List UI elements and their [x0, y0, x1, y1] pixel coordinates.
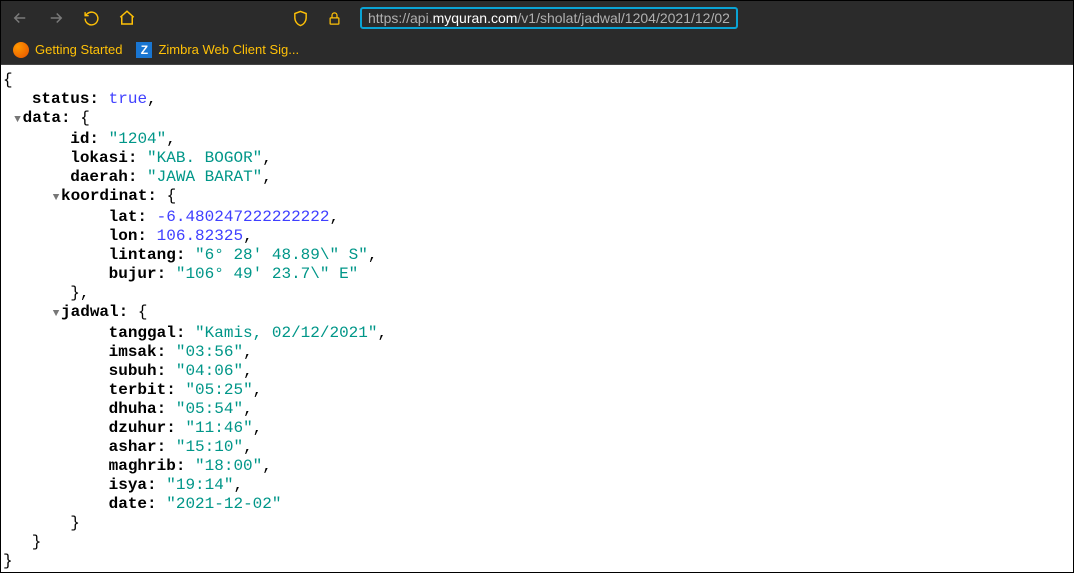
json-viewer: { status: true, ▼data: { id: "1204", lok… — [1, 65, 1073, 577]
json-key: lintang: — [109, 246, 186, 264]
bookmark-getting-started[interactable]: Getting Started — [9, 42, 126, 58]
json-key: tanggal: — [109, 324, 186, 342]
json-string: "03:56" — [176, 343, 243, 361]
json-string: "106° 49' 23.7\" E" — [176, 265, 358, 283]
json-number: 106.82325 — [157, 227, 243, 245]
json-key: daerah: — [70, 168, 137, 186]
json-string: "6° 28' 48.89\" S" — [195, 246, 368, 264]
json-string: "JAWA BARAT" — [147, 168, 262, 186]
json-key: ashar: — [109, 438, 167, 456]
json-string: "04:06" — [176, 362, 243, 380]
json-key: subuh: — [109, 362, 167, 380]
reload-icon[interactable] — [83, 10, 100, 27]
json-string: "05:54" — [176, 400, 243, 418]
collapse-icon[interactable]: ▼ — [51, 189, 61, 208]
zimbra-icon: Z — [136, 42, 152, 58]
json-key: dzuhur: — [109, 419, 176, 437]
json-key: data: — [23, 109, 71, 127]
json-string: "18:00" — [195, 457, 262, 475]
json-string: "11:46" — [185, 419, 252, 437]
forward-icon[interactable] — [47, 9, 65, 27]
json-string: "Kamis, 02/12/2021" — [195, 324, 377, 342]
url-path: /v1/sholat/jadwal/1204/2021/12/02 — [517, 10, 730, 26]
json-string: "15:10" — [176, 438, 243, 456]
json-string: "05:25" — [185, 381, 252, 399]
bookmark-label: Getting Started — [35, 42, 122, 57]
bookmark-label: Zimbra Web Client Sig... — [158, 42, 299, 57]
back-icon[interactable] — [11, 9, 29, 27]
json-key: date: — [109, 495, 157, 513]
json-number: -6.480247222222222 — [157, 208, 330, 226]
json-string: "KAB. BOGOR" — [147, 149, 262, 167]
shield-icon[interactable] — [292, 10, 309, 27]
json-key: bujur: — [109, 265, 167, 283]
lock-icon[interactable] — [327, 11, 342, 26]
bookmarks-bar: Getting Started Z Zimbra Web Client Sig.… — [1, 35, 1073, 65]
collapse-icon[interactable]: ▼ — [13, 111, 23, 130]
firefox-icon — [13, 42, 29, 58]
json-key: status: — [32, 90, 99, 108]
json-string: "2021-12-02" — [166, 495, 281, 513]
json-key: koordinat: — [61, 187, 157, 205]
url-protocol: https://api. — [368, 10, 433, 26]
json-bool: true — [109, 90, 147, 108]
json-key: lat: — [109, 208, 147, 226]
json-key: lon: — [109, 227, 147, 245]
json-key: id: — [70, 130, 99, 148]
collapse-icon[interactable]: ▼ — [51, 305, 61, 324]
json-key: jadwal: — [61, 303, 128, 321]
json-key: terbit: — [109, 381, 176, 399]
browser-toolbar: https://api.myquran.com/v1/sholat/jadwal… — [1, 1, 1073, 35]
bookmark-zimbra[interactable]: Z Zimbra Web Client Sig... — [132, 42, 303, 58]
json-string: "19:14" — [166, 476, 233, 494]
url-bar[interactable]: https://api.myquran.com/v1/sholat/jadwal… — [360, 7, 738, 29]
json-key: maghrib: — [109, 457, 186, 475]
json-key: imsak: — [109, 343, 167, 361]
url-domain: myquran.com — [433, 10, 518, 26]
json-key: lokasi: — [70, 149, 137, 167]
json-key: dhuha: — [109, 400, 167, 418]
json-key: isya: — [109, 476, 157, 494]
home-icon[interactable] — [118, 9, 136, 27]
json-string: "1204" — [109, 130, 167, 148]
